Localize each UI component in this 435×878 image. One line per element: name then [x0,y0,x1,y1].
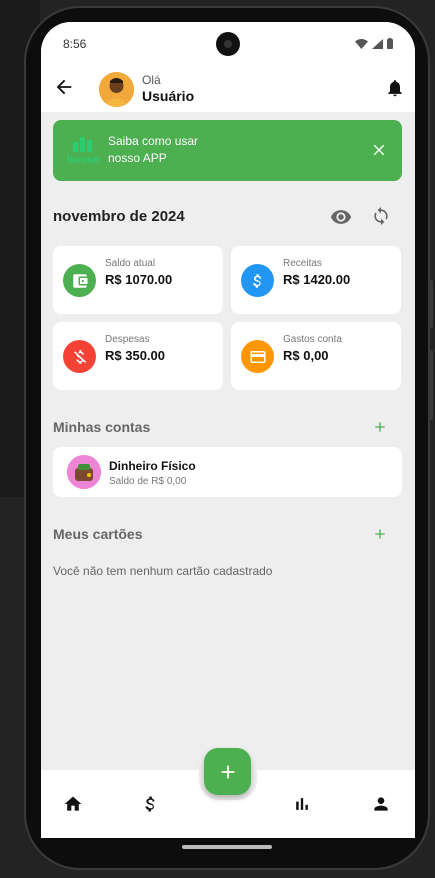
balance-icon-circle [63,264,96,297]
username-text: Usuário [142,88,195,104]
expenses-icon-circle [63,340,96,373]
wallet-icon [72,273,87,288]
close-icon[interactable] [370,141,388,159]
balance-label: Saldo atual [105,258,156,269]
income-card[interactable]: Receitas R$ 1420.00 [231,246,401,314]
avatar-image [99,72,134,107]
money-off-icon [73,349,86,364]
banner-line-1: Saiba como usar [108,134,199,148]
greeting-text: Olá [142,73,161,87]
logo-text: house [67,154,99,166]
wifi-icon [355,38,368,49]
expenses-card[interactable]: Despesas R$ 350.00 [53,322,223,390]
account-balance: Saldo de R$ 0,00 [109,476,187,487]
income-value: R$ 1420.00 [283,272,351,287]
month-label: novembro de 2024 [53,208,185,225]
plus-icon [221,765,234,778]
volume-button [429,350,433,420]
spending-icon-circle [241,340,274,373]
dollar-icon[interactable] [141,794,161,814]
tutorial-banner[interactable]: house Saiba como usar nosso APP [53,120,402,181]
add-transaction-button[interactable] [204,748,251,795]
back-arrow-icon[interactable] [53,76,75,98]
person-icon[interactable] [371,794,391,814]
banner-text: Saiba como usar nosso APP [108,133,198,167]
app-screen: 8:56 Olá Usuário house Saiba como usar n… [41,22,415,838]
income-label: Receitas [283,258,322,269]
cards-section-title: Meus cartões [53,526,143,542]
credit-card-icon [250,350,265,363]
signal-icon [372,38,383,49]
camera-cutout [216,32,240,56]
user-avatar[interactable] [99,72,134,107]
account-item[interactable]: Dinheiro Físico Saldo de R$ 0,00 [53,447,402,497]
bar-chart-icon[interactable] [292,794,312,814]
house-logo: house [67,137,99,166]
dollar-icon [252,273,261,288]
income-icon-circle [241,264,274,297]
expenses-label: Despesas [105,334,150,345]
app-bar: Olá Usuário [41,68,415,112]
spending-label: Gastos conta [283,334,342,345]
bell-icon[interactable] [385,78,405,98]
home-indicator [182,845,272,849]
add-card-icon[interactable] [372,526,388,542]
add-account-icon[interactable] [372,419,388,435]
account-spending-card[interactable]: Gastos conta R$ 0,00 [231,322,401,390]
balance-value: R$ 1070.00 [105,272,173,287]
home-icon[interactable] [63,794,83,814]
status-icons [355,38,393,49]
spending-value: R$ 0,00 [283,348,329,363]
no-cards-message: Você não tem nenhum cartão cadastrado [53,564,273,578]
wallet-avatar-icon [67,455,101,489]
battery-icon [387,38,393,49]
account-name: Dinheiro Físico [109,459,196,473]
eye-icon[interactable] [330,206,352,228]
banner-line-2: nosso APP [108,151,167,165]
status-time: 8:56 [63,37,87,51]
status-bar: 8:56 [41,22,415,68]
power-button [429,280,433,328]
accounts-section-title: Minhas contas [53,419,151,435]
expenses-value: R$ 350.00 [105,348,165,363]
balance-card[interactable]: Saldo atual R$ 1070.00 [53,246,223,314]
sync-icon[interactable] [371,206,391,226]
